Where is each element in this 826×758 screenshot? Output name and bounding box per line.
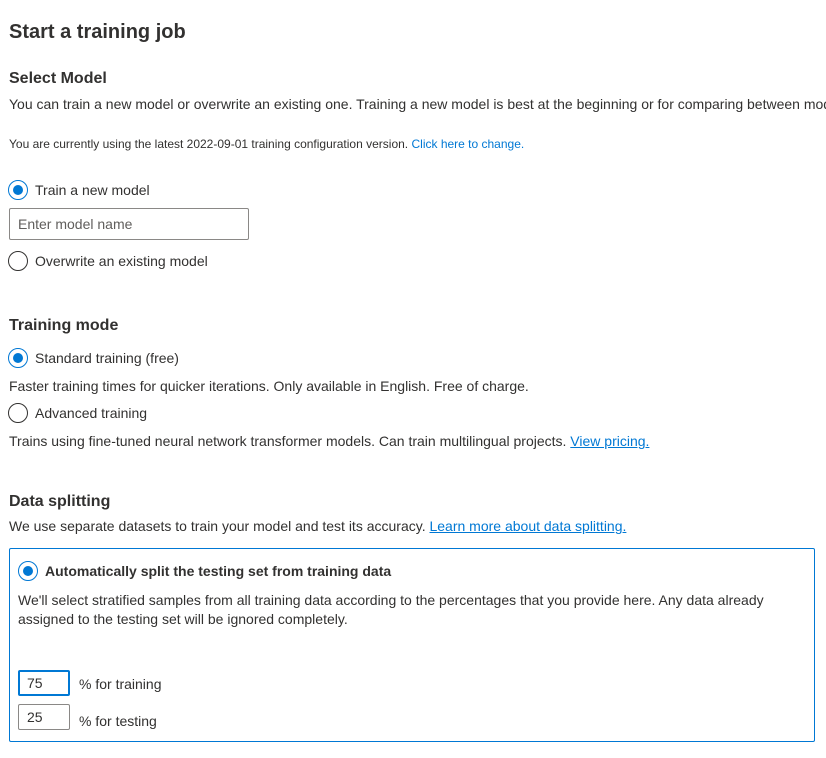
change-config-link[interactable]: Click here to change. (411, 137, 524, 151)
data-splitting-heading: Data splitting (9, 493, 111, 510)
train-new-model-radio[interactable] (8, 180, 28, 200)
testing-percent-input[interactable] (18, 704, 70, 730)
training-job-page: Start a training job Select Model You ca… (0, 0, 826, 758)
page-title: Start a training job (9, 21, 186, 43)
config-version-text: You are currently using the latest 2022-… (9, 137, 409, 151)
standard-training-option[interactable]: Standard training (free) (8, 348, 179, 368)
auto-split-radio[interactable] (18, 561, 38, 581)
learn-more-data-splitting-link[interactable]: Learn more about data splitting. (429, 518, 626, 534)
testing-percent-label: % for testing (79, 713, 157, 729)
select-model-heading: Select Model (9, 70, 107, 87)
model-name-input[interactable] (9, 208, 249, 240)
config-version-note: You are currently using the latest 2022-… (9, 136, 524, 152)
overwrite-model-radio[interactable] (8, 251, 28, 271)
advanced-training-option[interactable]: Advanced training (8, 403, 147, 423)
advanced-training-radio[interactable] (8, 403, 28, 423)
auto-split-description-line2: assigned to the testing set will be igno… (18, 611, 348, 627)
view-pricing-link[interactable]: View pricing. (570, 433, 649, 449)
advanced-training-description-row: Trains using fine-tuned neural network t… (9, 431, 649, 451)
overwrite-model-label: Overwrite an existing model (35, 253, 208, 269)
advanced-training-label: Advanced training (35, 405, 148, 421)
train-new-model-option[interactable]: Train a new model (8, 180, 150, 200)
advanced-training-description: Trains using fine-tuned neural network t… (9, 433, 567, 449)
data-splitting-description-row: We use separate datasets to train your m… (9, 516, 626, 536)
auto-split-description-line1: We'll select stratified samples from all… (18, 592, 764, 608)
standard-training-radio[interactable] (8, 348, 28, 368)
select-model-description: You can train a new model or overwrite a… (9, 96, 826, 112)
standard-training-description: Faster training times for quicker iterat… (9, 378, 529, 394)
standard-training-label: Standard training (free) (35, 350, 179, 366)
training-percent-input[interactable] (18, 670, 70, 696)
overwrite-model-option[interactable]: Overwrite an existing model (8, 251, 208, 271)
data-splitting-description: We use separate datasets to train your m… (9, 518, 426, 534)
training-percent-label: % for training (79, 676, 162, 692)
auto-split-label: Automatically split the testing set from… (45, 563, 392, 579)
training-mode-heading: Training mode (9, 317, 119, 334)
train-new-model-label: Train a new model (35, 182, 150, 198)
auto-split-option[interactable]: Automatically split the testing set from… (18, 561, 391, 581)
